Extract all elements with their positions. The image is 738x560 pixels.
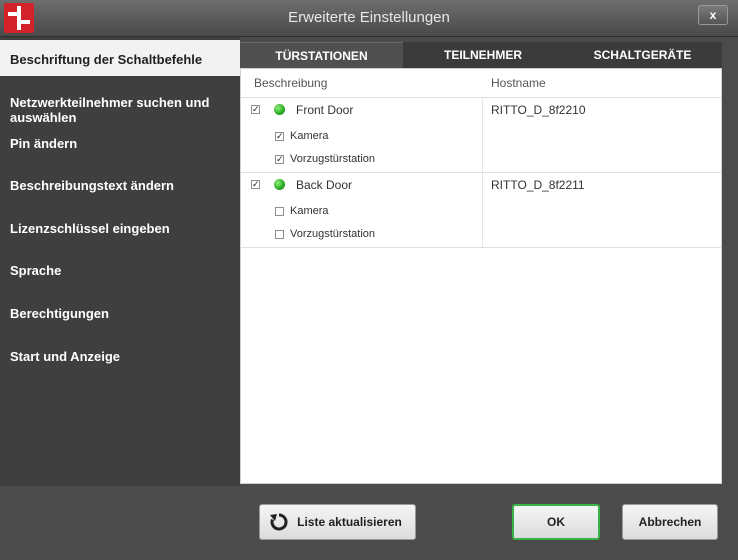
camera-checkbox[interactable]: ✓ (275, 132, 284, 141)
door-name: Front Door (296, 103, 354, 117)
preferred-station-checkbox[interactable]: ✓ (275, 155, 284, 164)
preferred-station-checkbox[interactable] (275, 230, 284, 239)
tab-participants[interactable]: TEILNEHMER (403, 42, 563, 68)
dialog-footer: Liste aktualisieren OK Abbrechen (0, 486, 738, 560)
row-divider (241, 247, 721, 248)
preferred-station-label: Vorzugstürstation (290, 228, 375, 240)
camera-label: Kamera (290, 130, 329, 142)
sidebar-item-pin[interactable]: Pin ändern (0, 136, 240, 151)
sidebar-item-labels[interactable]: Beschriftung der Schaltbefehle (0, 40, 240, 76)
sidebar-item-permissions[interactable]: Berechtigungen (0, 306, 240, 321)
sidebar-item-description[interactable]: Beschreibungstext ändern (0, 178, 240, 193)
status-online-icon (274, 104, 285, 115)
title-bar[interactable]: Erweiterte Einstellungen x (0, 0, 738, 37)
camera-checkbox[interactable] (275, 207, 284, 216)
tab-door-stations[interactable]: TÜRSTATIONEN (240, 42, 403, 68)
settings-window: Erweiterte Einstellungen x Beschriftung … (0, 0, 738, 560)
close-button[interactable]: x (698, 5, 728, 25)
cancel-button[interactable]: Abbrechen (622, 504, 718, 540)
refresh-icon (270, 513, 288, 531)
column-header-hostname[interactable]: Hostname (491, 69, 546, 97)
refresh-list-label: Liste aktualisieren (297, 515, 402, 529)
sidebar-item-start-display[interactable]: Start und Anzeige (0, 349, 240, 364)
door-station-table: Beschreibung Hostname ✓ Front Door RITTO… (240, 68, 722, 484)
status-online-icon (274, 179, 285, 190)
row-select-checkbox[interactable]: ✓ (251, 105, 260, 114)
door-hostname: RITTO_D_8f2211 (491, 178, 585, 192)
door-name: Back Door (296, 178, 353, 192)
tab-bar: TÜRSTATIONEN TEILNEHMER SCHALTGERÄTE (240, 42, 722, 68)
settings-sidebar: Beschriftung der Schaltbefehle Netzwerkt… (0, 37, 240, 486)
refresh-list-button[interactable]: Liste aktualisieren (259, 504, 416, 540)
column-header-description[interactable]: Beschreibung (254, 69, 327, 97)
sidebar-item-language[interactable]: Sprache (0, 263, 240, 278)
preferred-station-label: Vorzugstürstation (290, 153, 375, 165)
sidebar-item-network[interactable]: Netzwerkteilnehmer suchen und auswählen (0, 95, 240, 125)
header-divider (241, 97, 721, 98)
row-select-checkbox[interactable]: ✓ (251, 180, 260, 189)
door-hostname: RITTO_D_8f2210 (491, 103, 586, 117)
row-divider (241, 172, 721, 173)
camera-label: Kamera (290, 205, 329, 217)
tab-switching-devices[interactable]: SCHALTGERÄTE (563, 42, 722, 68)
ok-button[interactable]: OK (512, 504, 600, 540)
sidebar-item-license[interactable]: Lizenzschlüssel eingeben (0, 221, 240, 236)
window-title: Erweiterte Einstellungen (288, 9, 450, 26)
